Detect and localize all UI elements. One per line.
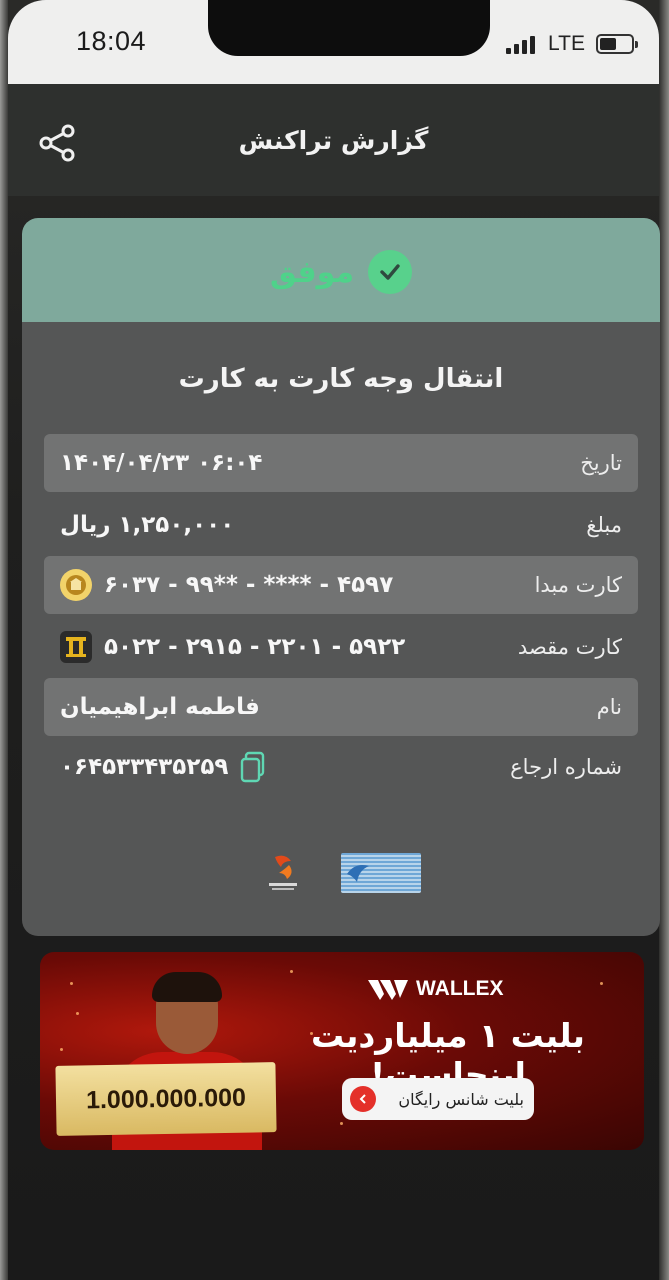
reference-value: ۰۶۴۵۳۳۴۳۵۲۵۹ bbox=[60, 754, 229, 780]
phone-bezel-right bbox=[659, 0, 669, 1280]
transaction-type: انتقال وجه کارت به کارت bbox=[178, 364, 504, 394]
wallex-icon bbox=[368, 980, 408, 1000]
name-value: فاطمه ابراهیمیان bbox=[60, 694, 260, 720]
shaparak-logo bbox=[341, 853, 421, 893]
phone-bezel-left bbox=[0, 0, 8, 1280]
dest-card-value: ۵۰۲۲ - ۲۹۱۵ - ۲۲۰۱ - ۵۹۲۲ bbox=[104, 634, 406, 660]
app-header: گزارش تراکنش bbox=[8, 84, 659, 196]
row-date: ۱۴۰۴/۰۴/۲۳ ۰۶:۰۴ تاریخ bbox=[44, 434, 638, 492]
wallex-logo: WALLEX bbox=[366, 974, 504, 1004]
ad-brand-text: WALLEX bbox=[416, 977, 504, 1000]
signal-icon bbox=[506, 34, 542, 54]
status-time: 18:04 bbox=[76, 26, 147, 56]
page-title: گزارش تراکنش bbox=[238, 126, 429, 155]
status-bar: 18:04 LTE bbox=[8, 0, 659, 84]
copy-icon[interactable] bbox=[240, 751, 266, 783]
amount-value: ۱,۲۵۰,۰۰۰ ریال bbox=[60, 512, 235, 538]
row-dest-card: ۵۰۲۲ - ۲۹۱۵ - ۲۲۰۱ - ۵۹۲۲ کارت مقصد bbox=[44, 618, 638, 676]
ad-amount: 1.000.000.000 bbox=[55, 1062, 277, 1136]
transaction-receipt: موفق انتقال وجه کارت به کارت ۱۴۰۴/۰۴/۲۳ … bbox=[22, 218, 660, 936]
ad-cta-label: بلیت شانس رایگان bbox=[398, 1089, 524, 1109]
amount-label: مبلغ bbox=[586, 513, 622, 537]
battery-icon bbox=[596, 34, 638, 54]
source-card-label: کارت مبدا bbox=[534, 573, 622, 597]
row-reference: ۰۶۴۵۳۳۴۳۵۲۵۹ شماره ارجاع bbox=[44, 738, 638, 796]
dest-card-value-wrap: ۵۰۲۲ - ۲۹۱۵ - ۲۲۰۱ - ۵۹۲۲ bbox=[60, 631, 405, 663]
footer-logos bbox=[22, 848, 660, 898]
success-banner: موفق bbox=[22, 218, 660, 322]
bank-pasargad-icon bbox=[60, 631, 92, 663]
name-label: نام bbox=[596, 695, 622, 719]
source-card-value-wrap: ۶۰۳۷ - ۹۹** - **** - ۴۵۹۷ bbox=[60, 569, 393, 601]
row-name: فاطمه ابراهیمیان نام bbox=[44, 678, 638, 736]
network-type: LTE bbox=[548, 32, 585, 55]
phone-screen: 18:04 LTE گزارش تراکنش موفق انتقال وجه ک… bbox=[0, 0, 669, 1280]
date-label: تاریخ bbox=[580, 451, 622, 475]
ad-banner[interactable]: 1.000.000.000 WALLEX بلیت ۱ میلیاردیت ای… bbox=[40, 952, 644, 1150]
date-value: ۱۴۰۴/۰۴/۲۳ ۰۶:۰۴ bbox=[60, 450, 263, 476]
camera-notch bbox=[208, 0, 490, 56]
source-card-value: ۶۰۳۷ - ۹۹** - **** - ۴۵۹۷ bbox=[104, 572, 394, 598]
check-icon bbox=[368, 250, 413, 294]
row-source-card: ۶۰۳۷ - ۹۹** - **** - ۴۵۹۷ کارت مبدا bbox=[44, 556, 638, 614]
row-amount: ۱,۲۵۰,۰۰۰ ریال مبلغ bbox=[44, 496, 638, 554]
bank-melli-icon bbox=[60, 569, 92, 601]
ad-cta-button[interactable]: بلیت شانس رایگان bbox=[342, 1078, 534, 1120]
provider-logo bbox=[261, 851, 305, 895]
chevron-left-icon bbox=[350, 1086, 376, 1112]
reference-value-wrap: ۰۶۴۵۳۳۴۳۵۲۵۹ bbox=[60, 751, 266, 783]
reference-label: شماره ارجاع bbox=[510, 755, 622, 779]
status-text: موفق bbox=[269, 254, 355, 290]
dest-card-label: کارت مقصد bbox=[517, 635, 622, 659]
